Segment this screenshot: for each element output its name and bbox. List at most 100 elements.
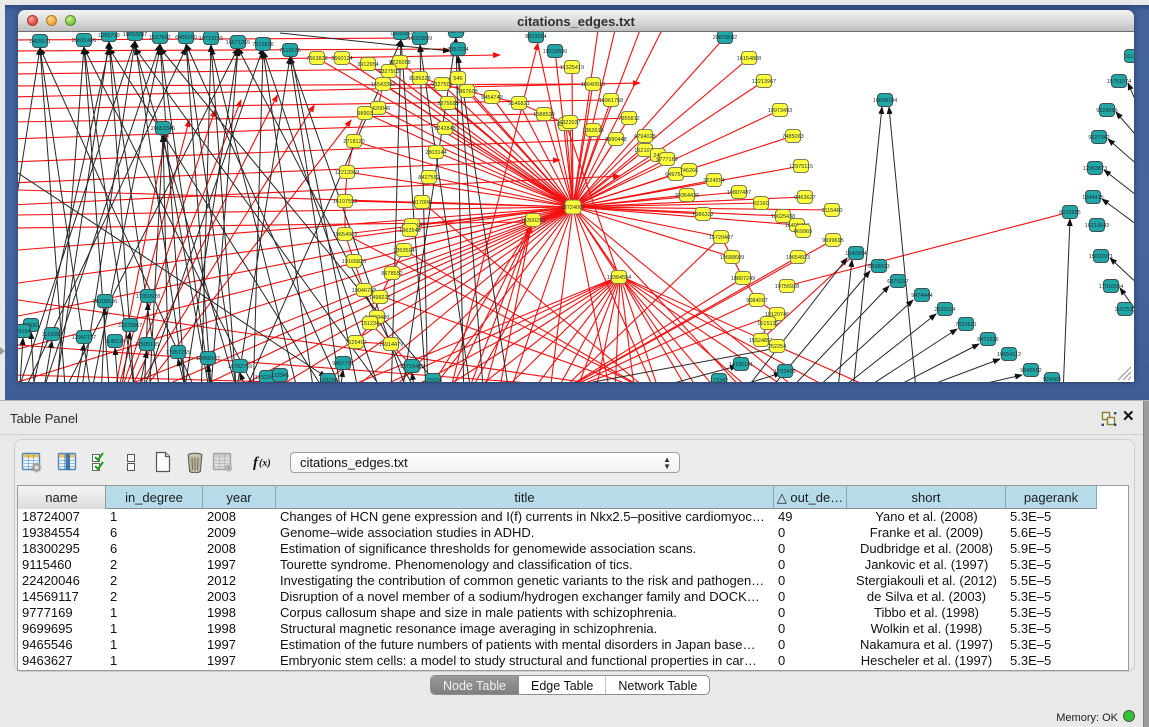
svg-text:19384554: 19384554 — [607, 275, 631, 281]
svg-text:735722: 735722 — [447, 32, 465, 35]
svg-text:7515526: 7515526 — [252, 42, 273, 48]
svg-text:9115460: 9115460 — [821, 208, 842, 214]
svg-text:151234: 151234 — [361, 321, 379, 327]
svg-text:14136141: 14136141 — [729, 362, 753, 368]
svg-text:18724007: 18724007 — [561, 205, 585, 211]
svg-text:9457791: 9457791 — [332, 361, 353, 367]
svg-text:15300293: 15300293 — [521, 218, 545, 224]
svg-text:129234: 129234 — [424, 378, 442, 382]
svg-text:6322037: 6322037 — [559, 120, 580, 126]
svg-text:9146821: 9146821 — [508, 101, 529, 107]
svg-text:11325419: 11325419 — [560, 65, 584, 71]
svg-text:16154808: 16154808 — [737, 56, 761, 62]
svg-text:12093873: 12093873 — [1083, 166, 1107, 172]
svg-text:7515526: 7515526 — [279, 48, 300, 54]
svg-text:15716485: 15716485 — [400, 364, 424, 370]
svg-text:7485063: 7485063 — [782, 134, 803, 140]
svg-text:129234: 129234 — [319, 378, 337, 382]
svg-text:20364436: 20364436 — [675, 193, 699, 199]
svg-text:924565: 924565 — [1043, 377, 1061, 382]
svg-text:17359928: 17359928 — [136, 294, 160, 300]
svg-text:18807249: 18807249 — [731, 276, 755, 282]
svg-text:252254: 252254 — [768, 344, 786, 350]
svg-text:62160: 62160 — [753, 201, 768, 207]
svg-text:98903: 98903 — [357, 111, 372, 117]
svg-text:1353594: 1353594 — [393, 248, 414, 254]
svg-text:6794028: 6794028 — [634, 134, 655, 140]
svg-text:11123: 11123 — [1125, 54, 1134, 60]
svg-text:10719155: 10719155 — [199, 36, 223, 42]
svg-text:20878682: 20878682 — [713, 35, 737, 41]
svg-text:8678552: 8678552 — [381, 271, 402, 277]
svg-text:173342: 173342 — [710, 378, 728, 382]
svg-text:12942737: 12942737 — [72, 335, 96, 341]
svg-text:1362615: 1362615 — [582, 128, 603, 134]
svg-text:33975867: 33975867 — [118, 323, 142, 329]
svg-text:2933114: 2933114 — [934, 307, 955, 313]
svg-text:8215955: 8215955 — [1059, 210, 1080, 216]
svg-text:10973493: 10973493 — [768, 108, 792, 114]
svg-text:9699695: 9699695 — [822, 238, 843, 244]
svg-text:20691406: 20691406 — [72, 38, 96, 44]
svg-text:39154: 39154 — [18, 329, 31, 335]
svg-text:9327503: 9327503 — [378, 69, 399, 75]
svg-text:6379197: 6379197 — [887, 279, 908, 285]
svg-text:3875685: 3875685 — [437, 101, 458, 107]
svg-text:10958107: 10958107 — [196, 356, 220, 362]
svg-text:1055719: 1055719 — [98, 33, 119, 39]
svg-text:10688609: 10688609 — [720, 255, 744, 261]
svg-text:1733426: 1733426 — [774, 369, 795, 375]
svg-text:9329966: 9329966 — [1096, 108, 1117, 114]
svg-text:12213369: 12213369 — [335, 170, 359, 176]
svg-text:18640910: 18640910 — [581, 82, 605, 88]
svg-text:9245652: 9245652 — [1020, 368, 1041, 374]
svg-text:19218506: 19218506 — [543, 49, 567, 55]
svg-text:9777169: 9777169 — [656, 157, 677, 163]
svg-text:1244415: 1244415 — [1082, 195, 1103, 201]
svg-text:1963549: 1963549 — [399, 228, 420, 234]
svg-text:16543382: 16543382 — [371, 82, 395, 88]
svg-text:12975115: 12975115 — [789, 164, 813, 170]
svg-text:15751074: 15751074 — [1107, 79, 1131, 85]
svg-text:1640954: 1640954 — [845, 251, 866, 257]
svg-text:1615132: 1615132 — [757, 321, 778, 327]
svg-text:20206536: 20206536 — [93, 299, 117, 305]
svg-text:19654963: 19654963 — [333, 232, 357, 238]
svg-text:8938923: 8938923 — [868, 264, 889, 270]
svg-text:17957255: 17957255 — [166, 350, 190, 356]
svg-text:3660124: 3660124 — [331, 56, 352, 62]
svg-text:7625402: 7625402 — [345, 340, 366, 346]
svg-text:16961758: 16961758 — [599, 98, 623, 104]
svg-text:16914479: 16914479 — [379, 342, 403, 348]
svg-text:19756928: 19756928 — [775, 284, 799, 290]
svg-text:1145194: 1145194 — [104, 339, 125, 345]
svg-text:8427552: 8427552 — [418, 175, 439, 181]
svg-text:15692971: 15692971 — [1089, 254, 1113, 260]
svg-text:9474444: 9474444 — [911, 293, 932, 299]
svg-text:9242848: 9242848 — [434, 126, 455, 132]
svg-text:112345: 112345 — [271, 373, 289, 379]
svg-text:19654923: 19654923 — [786, 255, 810, 261]
svg-text:10807487: 10807487 — [727, 190, 751, 196]
svg-text:6466160: 6466160 — [175, 35, 196, 41]
svg-text:8813054: 8813054 — [525, 34, 546, 40]
svg-text:17016504: 17016504 — [1099, 284, 1123, 290]
svg-text:9463627: 9463627 — [794, 195, 815, 201]
svg-text:7357224: 7357224 — [447, 47, 468, 53]
svg-text:1498222: 1498222 — [369, 295, 390, 301]
svg-text:16107553: 16107553 — [333, 199, 357, 205]
svg-text:1588520: 1588520 — [533, 112, 554, 118]
svg-text:10653287: 10653287 — [123, 32, 147, 38]
svg-text:1115682: 1115682 — [42, 332, 63, 338]
svg-text:9327505: 9327505 — [431, 82, 452, 88]
svg-text:7663822: 7663822 — [306, 56, 327, 62]
svg-text:9084067: 9084067 — [746, 298, 767, 304]
svg-text:1167533: 1167533 — [1114, 307, 1134, 313]
svg-text:2803144: 2803144 — [425, 150, 446, 156]
svg-text:19166825: 19166825 — [342, 259, 366, 265]
svg-text:7986322: 7986322 — [692, 212, 713, 218]
svg-text:10654112: 10654112 — [997, 352, 1021, 358]
svg-text:3624554: 3624554 — [703, 178, 724, 184]
svg-text:16782759: 16782759 — [228, 364, 252, 370]
svg-text:12505135: 12505135 — [135, 342, 159, 348]
